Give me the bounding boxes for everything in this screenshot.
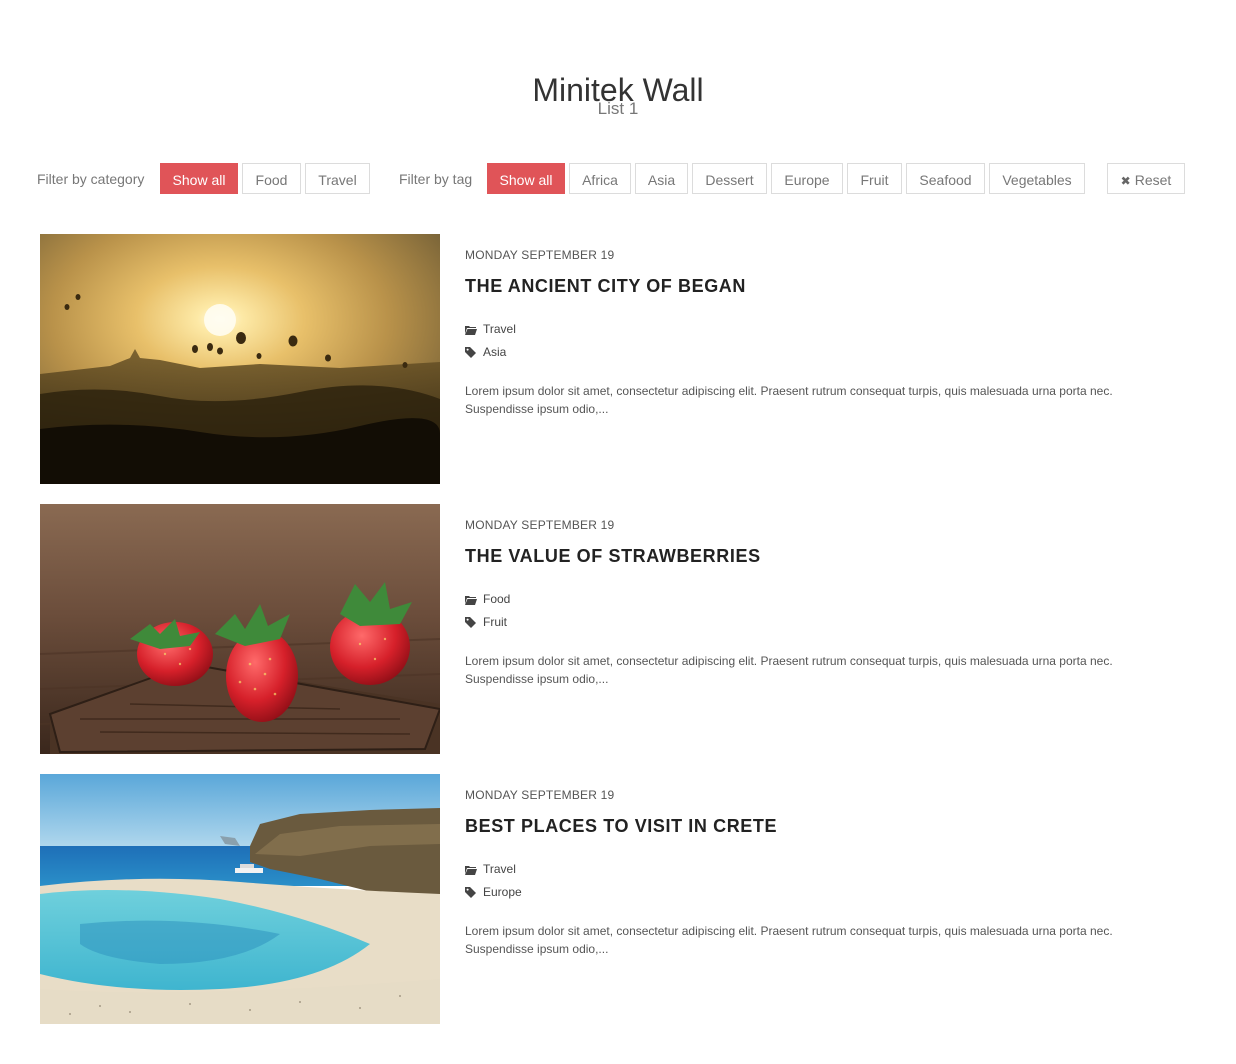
item-tag-label: Fruit [483, 615, 507, 629]
folder-icon [465, 865, 477, 875]
item-category[interactable]: Travel [465, 322, 516, 336]
strawberries-image[interactable] [40, 504, 440, 754]
tag-filter-label: Filter by tag [399, 171, 473, 187]
item-category[interactable]: Food [465, 592, 510, 606]
item-tag[interactable]: Asia [465, 345, 506, 359]
item-category-label: Travel [483, 862, 516, 876]
tag-filter-europe-button[interactable]: Europe [771, 163, 843, 194]
tag-filter-show-all-button[interactable]: Show all [487, 163, 565, 194]
item-title[interactable]: THE VALUE OF STRAWBERRIES [465, 546, 761, 567]
tag-icon [465, 617, 476, 629]
category-filter-travel-button[interactable]: Travel [305, 163, 370, 194]
item-description: Lorem ipsum dolor sit amet, consectetur … [465, 924, 1113, 956]
list-item: MONDAY SEPTEMBER 19 BEST PLACES TO VISIT… [40, 774, 1200, 1024]
item-tag[interactable]: Europe [465, 885, 522, 899]
tag-filter-fruit-button[interactable]: Fruit [847, 163, 902, 194]
item-tag-label: Europe [483, 885, 522, 899]
tag-filter-dessert-button[interactable]: Dessert [692, 163, 767, 194]
item-tag-label: Asia [483, 345, 507, 359]
tag-filter-seafood-button[interactable]: Seafood [906, 163, 985, 194]
item-title[interactable]: BEST PLACES TO VISIT IN CRETE [465, 816, 777, 837]
beach-lagoon-image[interactable] [40, 774, 440, 1024]
list-item: MONDAY SEPTEMBER 19 THE VALUE OF STRAWBE… [40, 504, 1200, 754]
close-icon: ✖ [1120, 174, 1131, 188]
tag-icon [465, 887, 476, 899]
item-date: MONDAY SEPTEMBER 19 [465, 788, 615, 802]
item-category-label: Food [483, 592, 511, 606]
filter-bar: Filter by category Show all Food Travel … [0, 163, 1236, 196]
tag-filter-vegetables-button[interactable]: Vegetables [989, 163, 1085, 194]
reset-label: Reset [1134, 172, 1172, 188]
item-tag[interactable]: Fruit [465, 615, 507, 629]
page-subtitle: List 1 [597, 99, 639, 118]
tag-icon [465, 347, 476, 359]
item-category[interactable]: Travel [465, 862, 516, 876]
item-description: Lorem ipsum dolor sit amet, consectetur … [465, 384, 1113, 416]
tag-filter-africa-button[interactable]: Africa [569, 163, 631, 194]
sunrise-balloons-image[interactable] [40, 234, 440, 484]
category-filter-show-all-button[interactable]: Show all [160, 163, 238, 194]
folder-icon [465, 595, 477, 605]
category-filter-label: Filter by category [37, 171, 145, 187]
item-date: MONDAY SEPTEMBER 19 [465, 518, 615, 532]
reset-button[interactable]: ✖ Reset [1107, 163, 1185, 194]
item-description: Lorem ipsum dolor sit amet, consectetur … [465, 654, 1113, 686]
folder-icon [465, 325, 477, 335]
item-date: MONDAY SEPTEMBER 19 [465, 248, 615, 262]
tag-filter-asia-button[interactable]: Asia [635, 163, 688, 194]
item-title[interactable]: THE ANCIENT CITY OF BEGAN [465, 276, 746, 297]
list-item: MONDAY SEPTEMBER 19 THE ANCIENT CITY OF … [40, 234, 1200, 484]
item-category-label: Travel [483, 322, 516, 336]
category-filter-food-button[interactable]: Food [242, 163, 301, 194]
